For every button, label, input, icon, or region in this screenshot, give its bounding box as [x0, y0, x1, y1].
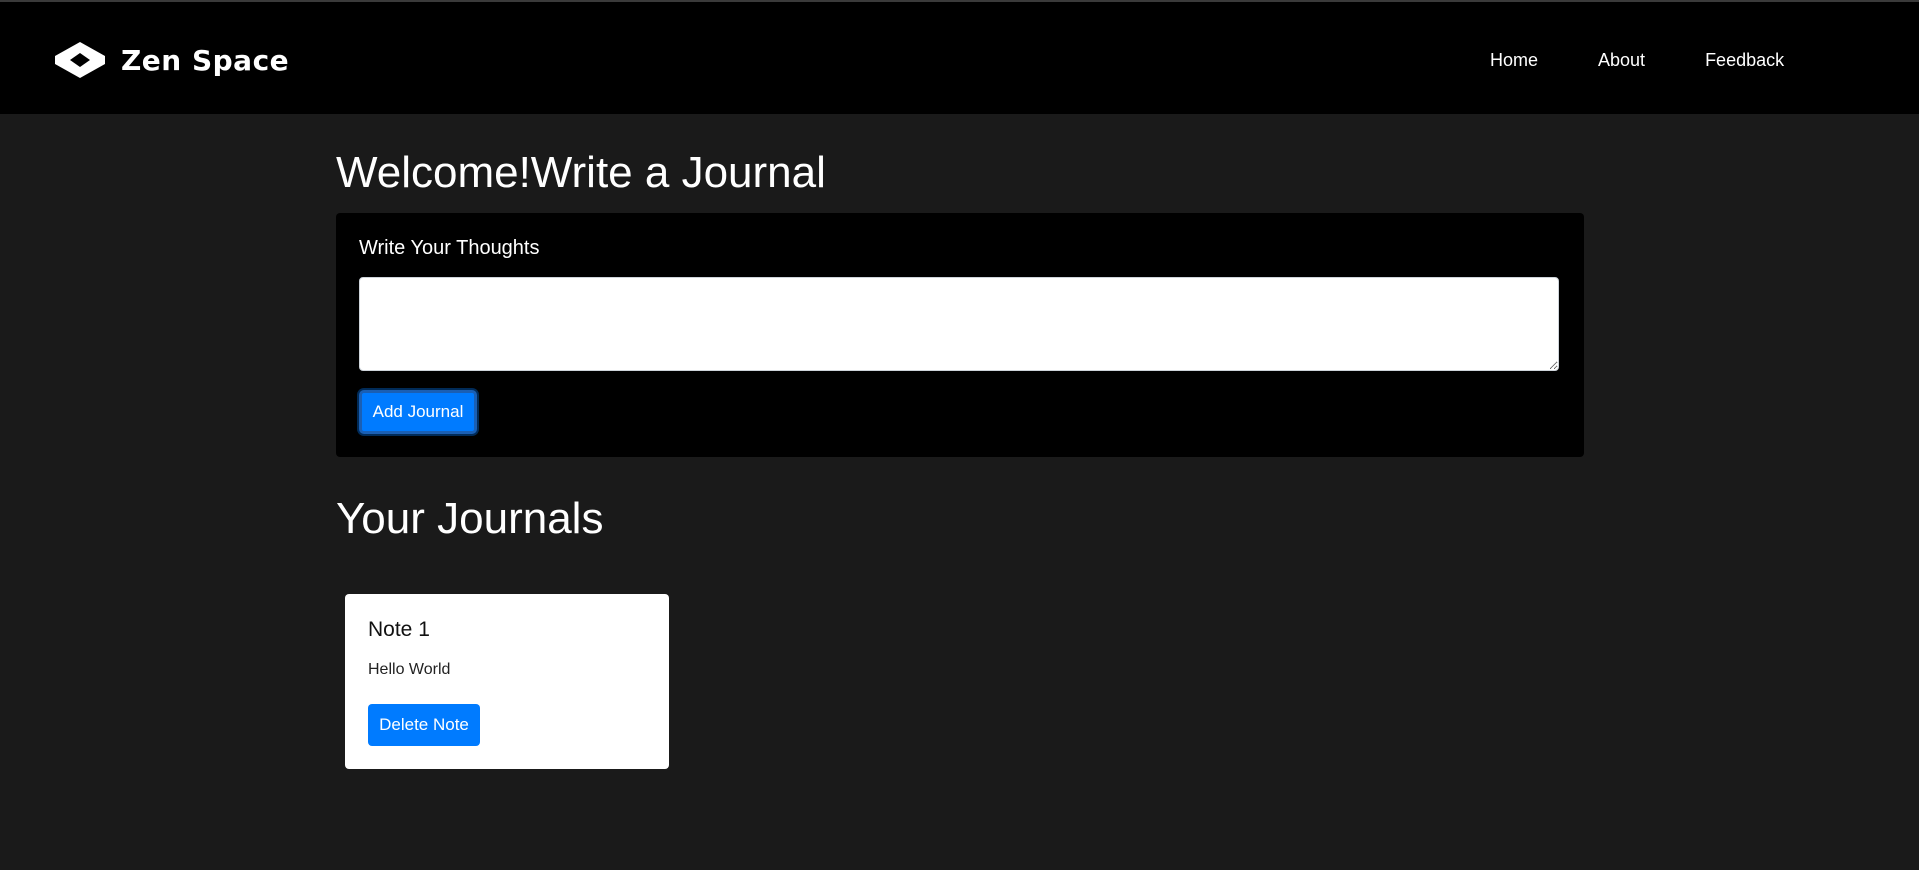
thoughts-textarea[interactable] — [359, 277, 1559, 371]
thoughts-label: Write Your Thoughts — [359, 237, 540, 259]
note-text: Hello World — [368, 661, 451, 678]
navbar: Zen Space Home About Feedback — [0, 2, 1919, 114]
brand-name: Zen Space — [121, 43, 290, 77]
diamond-logo-icon — [55, 42, 105, 78]
page-title: Welcome!Write a Journal — [336, 148, 826, 197]
nav-link-home[interactable]: Home — [1490, 50, 1538, 71]
nav-links: Home About Feedback — [1490, 50, 1784, 71]
journals-heading: Your Journals — [336, 494, 604, 543]
add-journal-button[interactable]: Add Journal — [359, 390, 477, 434]
note-title: Note 1 — [368, 618, 430, 641]
brand-link[interactable]: Zen Space — [55, 42, 289, 78]
journal-form-card: Write Your Thoughts Add Journal — [336, 213, 1584, 457]
nav-link-about[interactable]: About — [1598, 50, 1645, 71]
nav-link-feedback[interactable]: Feedback — [1705, 50, 1784, 71]
note-card: Note 1 Hello World Delete Note — [345, 594, 669, 769]
delete-note-button[interactable]: Delete Note — [368, 704, 480, 746]
